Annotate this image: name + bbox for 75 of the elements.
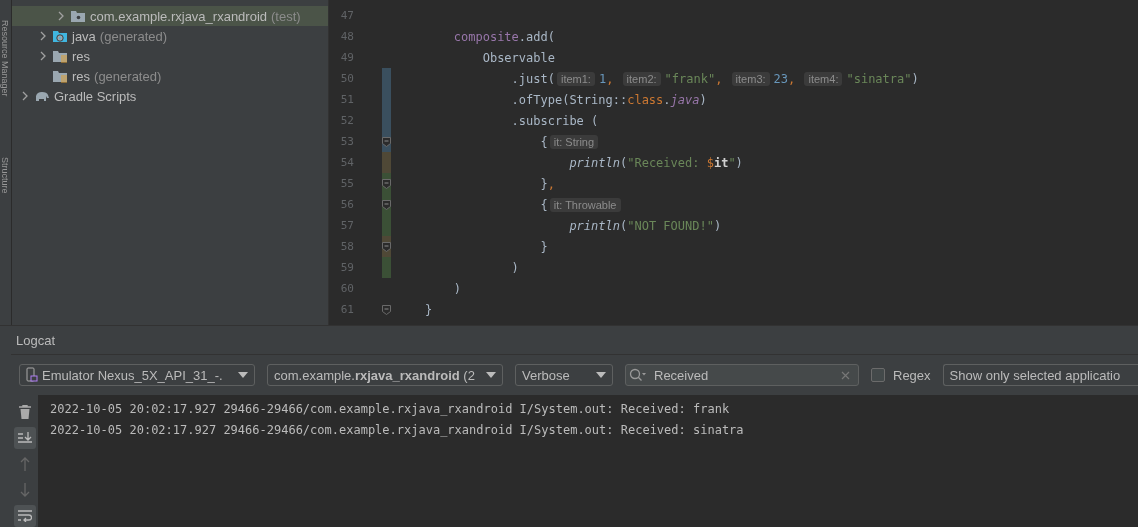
device-icon — [26, 367, 38, 383]
fold-icon[interactable] — [382, 242, 391, 252]
line-number: 51 — [339, 93, 355, 106]
line-number: 60 — [339, 282, 355, 295]
gear-folder-icon — [52, 29, 68, 43]
code-line: { it: Throwable — [396, 197, 625, 212]
trash-icon — [18, 405, 31, 419]
code-line: { it: String — [396, 134, 603, 149]
scroll-to-end-icon — [17, 432, 32, 444]
line-number: 48 — [339, 30, 355, 43]
log-line: 2022-10-05 20:02:17.927 29466-29466/com.example.rxjava_rxandroid I/System.out: Received: sinatra — [50, 422, 745, 439]
device-dropdown[interactable]: Emulator Nexus_5X_API_31_-. — [19, 364, 255, 386]
line-number: 57 — [339, 219, 355, 232]
code-line: .ofType(String::class.java) — [510, 92, 707, 107]
search-icon — [629, 368, 647, 382]
tree-item[interactable]: java (generated) — [12, 26, 328, 46]
code-line: } — [423, 302, 433, 317]
resource-folder-icon — [52, 49, 68, 63]
tool-window-tab[interactable]: Structure — [0, 156, 10, 194]
down-arrow-icon — [19, 483, 30, 497]
tree-item[interactable]: com.example.rxjava_rxandroid (test) — [12, 6, 328, 26]
tree-item-label: res (generated) — [72, 68, 162, 84]
log-line: 2022-10-05 20:02:17.927 29466-29466/com.example.rxjava_rxandroid I/System.out: Received: frank — [50, 401, 731, 418]
code-line: .subscribe ( — [510, 113, 599, 128]
line-number: 52 — [339, 114, 355, 127]
code-line: .just( item1: 1, item2: "frank", item3: 23, item4: "sinatra") — [510, 71, 919, 86]
tree-item-label: res — [72, 48, 91, 64]
line-number: 49 — [339, 51, 355, 64]
soft-wrap-button[interactable] — [13, 505, 36, 527]
log-level-dropdown[interactable]: Verbose — [515, 364, 613, 386]
caret-icon — [238, 372, 248, 378]
code-line: println("Received: $it") — [568, 155, 743, 170]
filter-dropdown[interactable]: Show only selected applicatio — [942, 364, 1138, 386]
elephant-icon — [34, 89, 50, 103]
tree-item-label: Gradle Scripts — [54, 88, 137, 104]
panel-title: Logcat — [16, 332, 56, 348]
line-number: 53 — [339, 135, 355, 148]
fold-icon[interactable] — [382, 137, 391, 147]
line-number: 61 — [339, 303, 355, 316]
code-line: }, — [539, 176, 555, 191]
clear-icon[interactable] — [841, 371, 850, 380]
tree-item[interactable]: res — [12, 46, 328, 66]
soft-wrap-icon — [17, 510, 32, 522]
chevron-right-icon[interactable] — [20, 91, 30, 101]
line-number: 58 — [339, 240, 355, 253]
resource-folder-icon — [52, 69, 68, 83]
package-folder-icon — [70, 9, 86, 23]
code-line: println("NOT FOUND!") — [568, 218, 722, 233]
code-line: ) — [452, 281, 462, 296]
search-field[interactable]: Received — [625, 364, 859, 386]
line-number: 47 — [339, 9, 355, 22]
code-line: ) — [510, 260, 519, 275]
fold-icon[interactable] — [382, 200, 391, 210]
line-number: 56 — [339, 198, 355, 211]
caret-icon — [486, 372, 496, 378]
tree-item[interactable]: Gradle Scripts — [12, 86, 328, 106]
caret-icon — [596, 372, 606, 378]
tree-item[interactable]: res (generated) — [12, 66, 328, 86]
tool-window-tab[interactable]: Resource Manager — [0, 20, 10, 97]
scroll-to-end-button[interactable] — [13, 427, 36, 449]
line-number: 50 — [339, 72, 355, 85]
tree-item-label: com.example.rxjava_rxandroid (test) — [90, 8, 301, 24]
code-line: composite.add( — [452, 29, 555, 44]
checkbox-label: Regex — [893, 367, 931, 383]
code-line: } — [539, 239, 548, 254]
up-arrow-icon — [19, 457, 30, 471]
tree-item-label: java (generated) — [72, 28, 168, 44]
regex-checkbox[interactable] — [871, 368, 885, 382]
fold-icon[interactable] — [382, 179, 391, 189]
line-number: 59 — [339, 261, 355, 274]
line-number: 55 — [339, 177, 355, 190]
code-line: Observable — [481, 50, 555, 65]
fold-icon[interactable] — [382, 305, 391, 315]
process-dropdown[interactable]: com.example.rxjava_rxandroid (2 — [267, 364, 503, 386]
line-number: 54 — [339, 156, 355, 169]
